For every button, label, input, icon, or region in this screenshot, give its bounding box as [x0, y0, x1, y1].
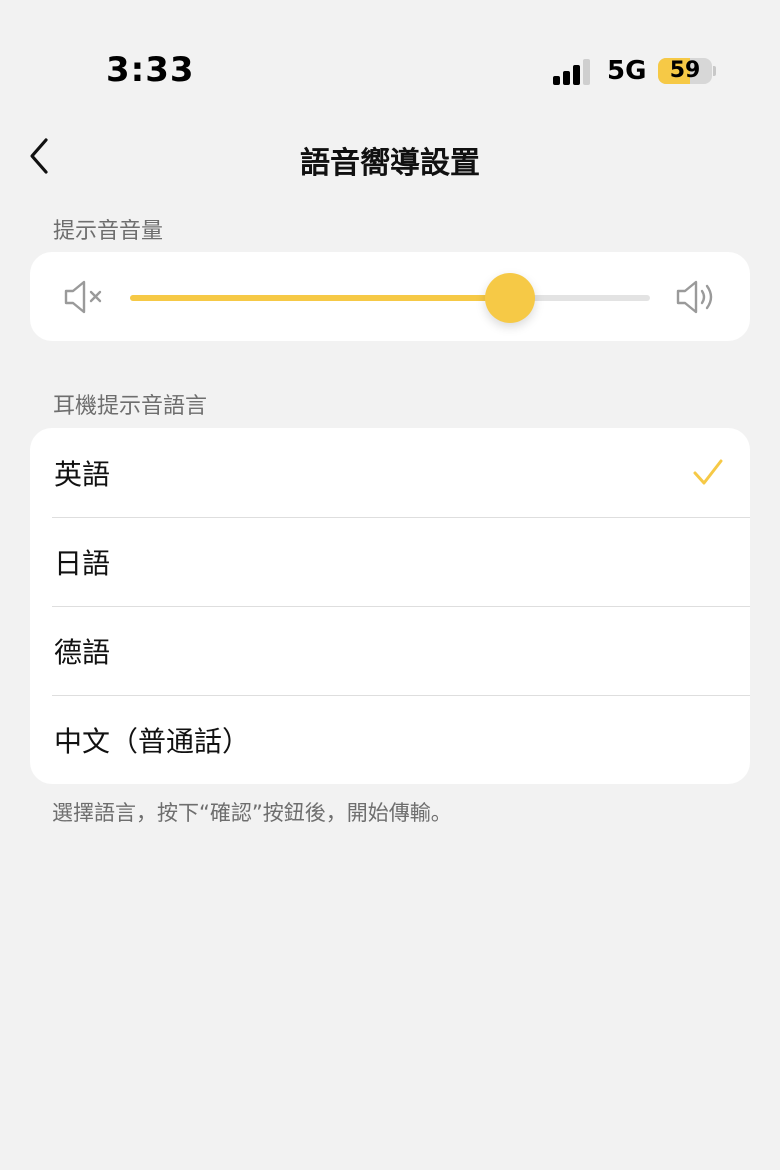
volume-slider-thumb[interactable]: [484, 273, 535, 323]
page-title: 語音嚮導設置: [300, 146, 480, 181]
cellular-signal-icon: [553, 59, 590, 85]
language-label: 日語: [54, 546, 111, 580]
battery-cap: [713, 66, 716, 76]
network-type: 5G: [607, 56, 647, 86]
language-label: 英語: [54, 457, 111, 491]
checkmark-icon: [693, 459, 723, 485]
speaker-loud-icon[interactable]: [674, 278, 720, 316]
volume-card: [30, 252, 750, 341]
language-label: 德語: [54, 635, 111, 669]
battery-icon: 59: [658, 58, 712, 84]
language-footer-note: 選擇語言，按下“確認”按鈕後，開始傳輸。: [52, 801, 452, 825]
language-section-label: 耳機提示音語言: [53, 394, 208, 419]
language-item-english[interactable]: 英語: [30, 428, 750, 517]
volume-slider[interactable]: [130, 273, 650, 323]
language-item-german[interactable]: 德語: [30, 606, 750, 695]
volume-slider-fill: [130, 295, 510, 301]
language-label: 中文（普通話）: [54, 724, 251, 758]
language-list: 英語 日語 德語 中文（普通話）: [30, 428, 750, 784]
status-bar: 3:33 5G 59: [0, 0, 780, 120]
battery-level: 59: [669, 58, 701, 83]
language-item-chinese-mandarin[interactable]: 中文（普通話）: [30, 695, 750, 784]
status-time: 3:33: [106, 50, 195, 90]
language-item-japanese[interactable]: 日語: [30, 517, 750, 606]
speaker-mute-icon[interactable]: [62, 278, 108, 316]
voice-guide-settings-screen: 3:33 5G 59 語音嚮導設置 提示音音量 耳機提示音語言 英語 日語 德語…: [0, 0, 780, 1170]
volume-section-label: 提示音音量: [53, 219, 164, 244]
